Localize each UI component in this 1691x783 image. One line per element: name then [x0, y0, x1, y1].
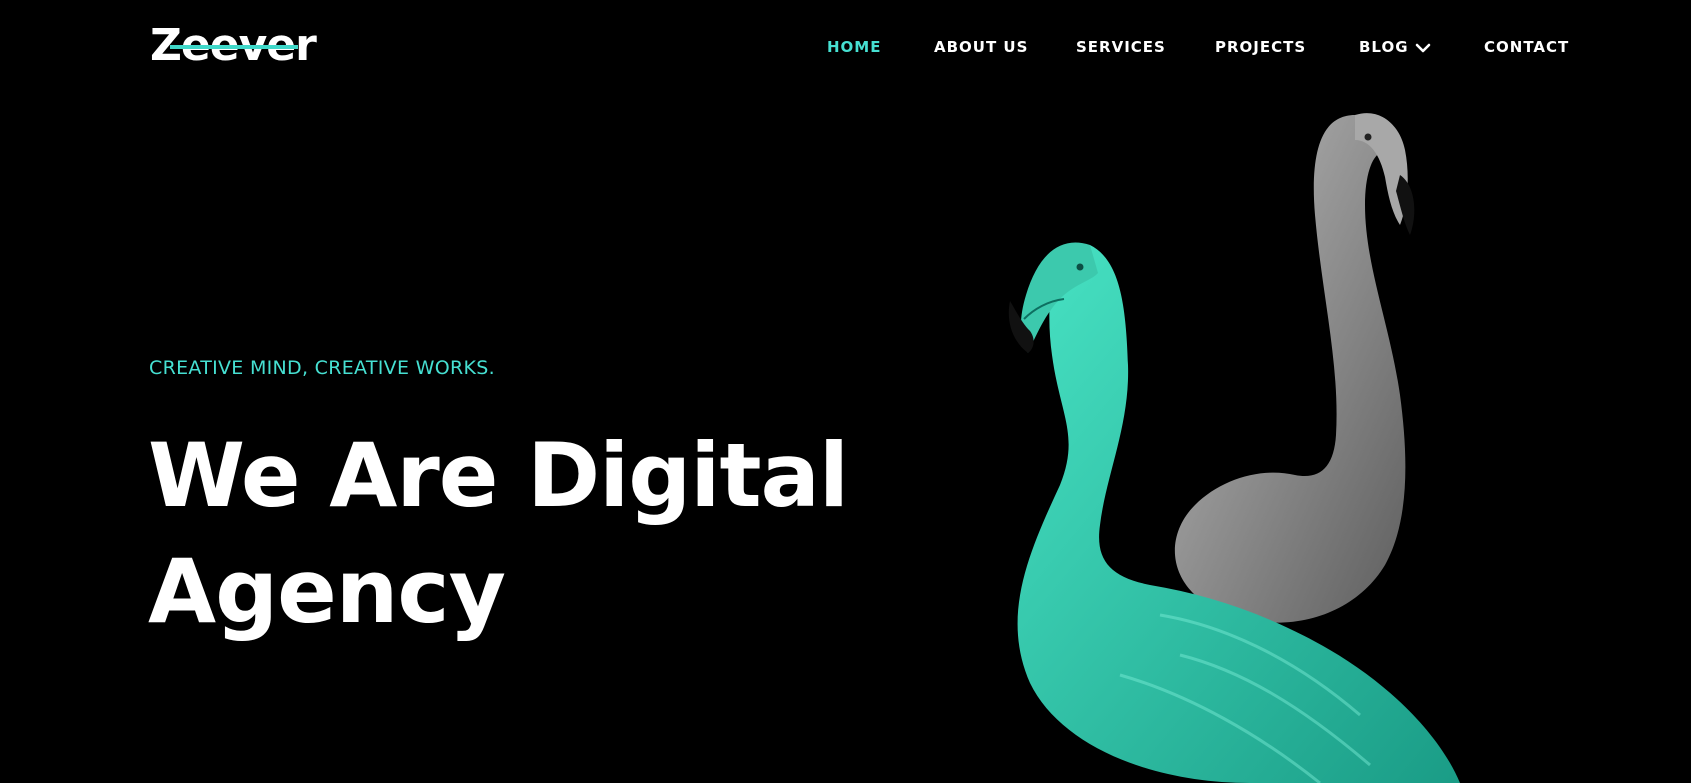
nav-services[interactable]: SERVICES	[1076, 36, 1166, 58]
nav-blog[interactable]: BLOG	[1359, 36, 1431, 58]
hero-headline-line1: We Are Digital	[148, 424, 849, 527]
nav-contact[interactable]: CONTACT	[1484, 36, 1569, 58]
hero-headline: We Are Digital Agency	[148, 418, 908, 650]
gray-flamingo	[1174, 113, 1415, 623]
chevron-down-icon	[1415, 43, 1430, 52]
nav-blog-label: BLOG	[1359, 38, 1409, 56]
site-header: Zeever HOME ABOUT US SERVICES PROJECTS B…	[0, 0, 1691, 92]
main-nav: HOME ABOUT US SERVICES PROJECTS BLOG CON…	[0, 36, 1691, 58]
nav-home[interactable]: HOME	[827, 36, 881, 58]
flamingos-illustration	[1008, 113, 1460, 783]
nav-about-us[interactable]: ABOUT US	[934, 36, 1028, 58]
nav-projects[interactable]: PROJECTS	[1215, 36, 1306, 58]
hero-headline-line2: Agency	[148, 540, 506, 643]
hero-tagline: CREATIVE MIND, CREATIVE WORKS.	[149, 357, 495, 379]
